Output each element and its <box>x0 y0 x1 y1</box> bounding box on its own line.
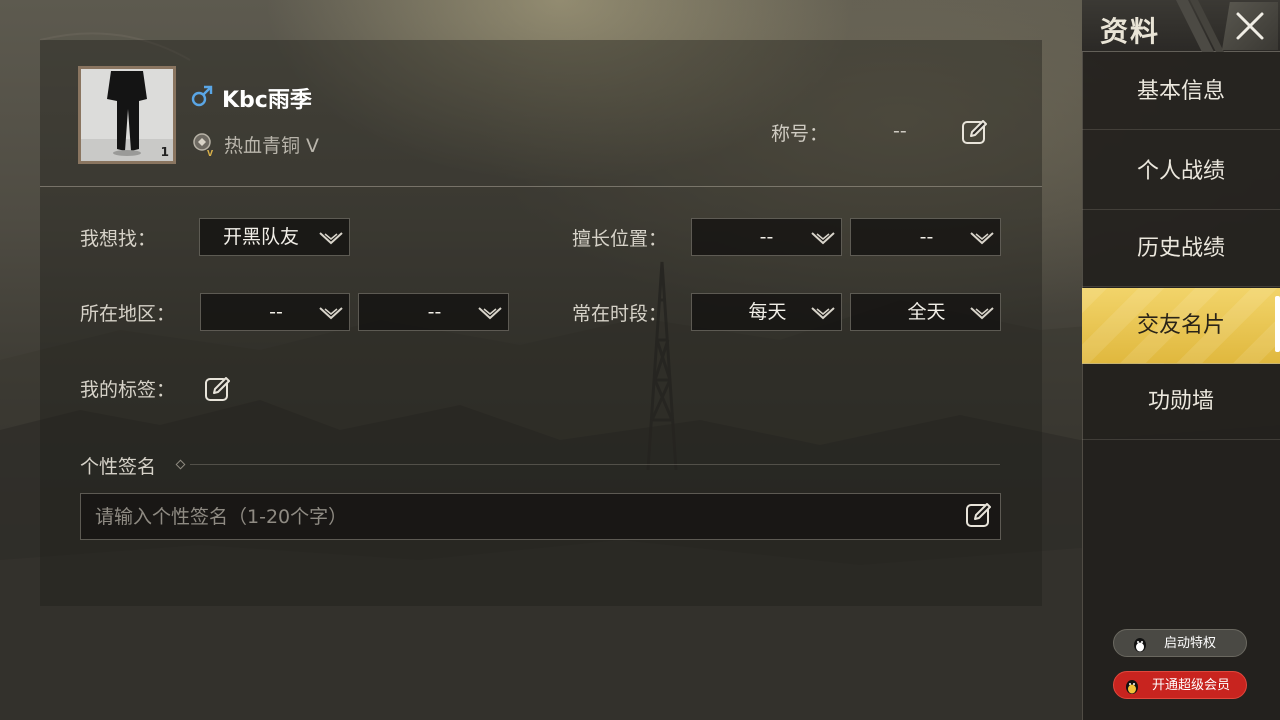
edit-signature-button[interactable] <box>965 501 993 529</box>
active-hours-dropdown[interactable]: 全天 <box>850 293 1001 331</box>
region-label: 所在地区： <box>80 303 176 325</box>
sidebar-item-label: 功勋墙 <box>1147 389 1214 414</box>
active-tab-indicator <box>1275 296 1280 352</box>
svg-text:v: v <box>207 147 214 158</box>
edit-tags-button[interactable] <box>204 375 232 403</box>
chevron-down-icon <box>970 307 994 320</box>
chevron-down-icon <box>970 232 994 245</box>
looking-for-value: 开黑队友 <box>222 226 299 248</box>
chevron-down-icon <box>811 307 835 320</box>
open-svip-button[interactable]: 开通超级会员 <box>1113 671 1247 699</box>
position-dropdown-1[interactable]: -- <box>691 218 842 256</box>
sidebar-item-personal-stats[interactable]: 个人战绩 <box>1082 134 1280 210</box>
title-value: -- <box>893 120 907 142</box>
active-time-label: 常在时段： <box>572 303 668 325</box>
sidebar-item-label: 基本信息 <box>1136 79 1225 104</box>
chevron-down-icon <box>811 232 835 245</box>
avatar-image <box>81 69 173 161</box>
chevron-down-icon <box>319 232 343 245</box>
position-dropdown-2[interactable]: -- <box>850 218 1001 256</box>
sidebar-title: 资料 <box>1100 15 1161 48</box>
header-divider <box>40 186 1042 187</box>
avatar[interactable]: 1 <box>78 66 176 164</box>
signature-input[interactable] <box>80 493 1001 540</box>
launch-privilege-label: 启动特权 <box>1164 636 1217 651</box>
svip-penguin-icon <box>1126 680 1138 694</box>
sidebar-item-label: 个人战绩 <box>1136 159 1225 184</box>
my-tags-label: 我的标签： <box>80 379 176 401</box>
position-label: 擅长位置： <box>572 228 668 250</box>
close-button[interactable] <box>1222 2 1278 50</box>
rank-label: 热血青铜 V <box>224 135 320 157</box>
bronze-rank-icon: v <box>193 133 214 158</box>
avatar-level-badge: 1 <box>160 145 169 159</box>
sidebar-item-label: 交友名片 <box>1136 313 1225 338</box>
sidebar-item-friend-card[interactable]: 交友名片 <box>1082 288 1280 364</box>
active-day-dropdown[interactable]: 每天 <box>691 293 842 331</box>
sidebar-item-merit-wall[interactable]: 功勋墙 <box>1082 364 1280 440</box>
chevron-down-icon <box>319 307 343 320</box>
signature-divider <box>190 464 1000 465</box>
signature-title: 个性签名 <box>80 456 157 478</box>
launch-privilege-button[interactable]: 启动特权 <box>1113 629 1247 657</box>
male-symbol-icon <box>191 85 213 107</box>
player-name: Kbc雨季 <box>222 88 312 113</box>
looking-for-dropdown[interactable]: 开黑队友 <box>199 218 350 256</box>
sidebar-item-label: 历史战绩 <box>1136 236 1225 261</box>
qq-penguin-icon <box>1134 638 1146 652</box>
open-svip-label: 开通超级会员 <box>1152 678 1231 693</box>
edit-title-button[interactable] <box>961 118 989 146</box>
title-label: 称号： <box>771 123 829 145</box>
header-stripes-decoration <box>1176 0 1224 52</box>
region-dropdown-1[interactable]: -- <box>200 293 350 331</box>
chevron-down-icon <box>478 307 502 320</box>
region-dropdown-2[interactable]: -- <box>358 293 509 331</box>
sidebar-item-match-history[interactable]: 历史战绩 <box>1082 211 1280 287</box>
close-icon <box>1236 12 1264 40</box>
sidebar-item-basic-info[interactable]: 基本信息 <box>1082 54 1280 130</box>
looking-for-label: 我想找： <box>80 228 157 250</box>
